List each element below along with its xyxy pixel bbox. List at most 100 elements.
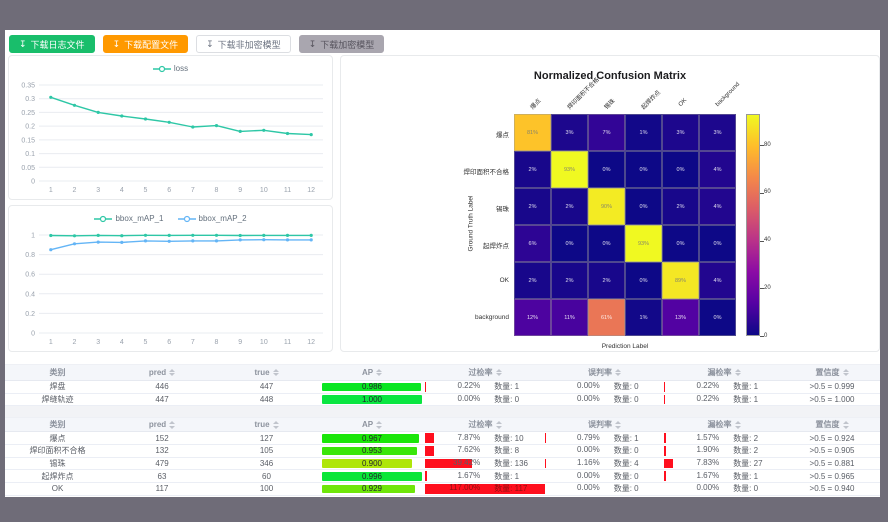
table-1-col-pred[interactable]: pred [110,418,214,431]
toolbar-button-label: 下载加密模型 [320,38,374,51]
sort-caret[interactable] [735,369,741,377]
confusion-matrix-heatmap: 81%3%7%1%3%3%2%93%0%0%0%4%2%2%90%0%2%4%6… [514,114,736,336]
sort-caret[interactable] [376,421,382,429]
cell-over-rate: 7.87%数量: 10 [425,432,545,444]
cell-class: 爆点 [5,432,110,444]
svg-text:12: 12 [307,187,315,194]
svg-text:9: 9 [238,339,242,346]
cell-over-rate: 0.22%数量: 1 [425,381,545,393]
sort-caret[interactable] [273,369,279,377]
svg-text:3: 3 [96,339,100,346]
colorbar-tick-label: 20 [764,285,771,291]
toolbar-button-1[interactable]: ↧下载配置文件 [103,35,189,53]
table-1-row-1: 焊印面积不合格 132 105 0.953 7.62%数量: 8 0.00%数量… [5,445,880,458]
cm-row-label-3: 起焊炸点 [359,240,509,250]
svg-text:0.4: 0.4 [25,291,35,298]
cm-cell-2-0: 2% [514,188,551,225]
toolbar-button-label: 下载日志文件 [31,38,85,51]
svg-text:6: 6 [167,339,171,346]
sort-caret[interactable] [496,369,502,377]
cell-confidence: >0.5 = 0.999 [784,381,880,393]
svg-text:2: 2 [73,339,77,346]
svg-text:1: 1 [49,339,53,346]
confusion-matrix-title: Normalized Confusion Matrix [341,70,879,82]
table-0-col-true[interactable]: true [214,365,319,380]
cell-class: OK [5,483,110,495]
table-0-col-置信度[interactable]: 置信度 [784,365,880,380]
svg-text:4: 4 [120,339,124,346]
sort-caret[interactable] [615,369,621,377]
cell-ap: 0.953 [319,445,425,457]
legend-item-bbox_mAP_1[interactable]: bbox_mAP_1 [94,214,163,223]
page: ↧下载日志文件↧下载配置文件↧下载非加密模型↧下载加密模型 loss 00.05… [0,0,888,522]
toolbar-button-0[interactable]: ↧ 下载日志文件 [9,35,95,53]
svg-text:8: 8 [215,339,219,346]
confusion-matrix-card: Normalized Confusion Matrix 81%3%7%1%3%3… [340,55,880,352]
sort-caret[interactable] [273,421,279,429]
confusion-matrix-ylabel: Ground Truth Label [468,164,475,284]
table-1-row-2: 锡珠 479 346 0.900 39.42%数量: 136 1.16%数量: … [5,458,880,471]
table-1-col-true[interactable]: true [214,418,319,431]
sort-caret[interactable] [843,369,849,377]
table-1-col-漏检率[interactable]: 漏检率 [664,418,784,431]
cm-cell-3-0: 6% [514,225,551,262]
sort-caret[interactable] [735,421,741,429]
cell-over-rate: 7.62%数量: 8 [425,445,545,457]
cell-class: 起焊炸点 [5,470,110,482]
cell-confidence: >0.5 = 1.000 [784,394,880,406]
table-0-col-过检率[interactable]: 过检率 [425,365,545,380]
table-0-col-pred[interactable]: pred [110,365,214,380]
download-icon: ↧ [309,40,317,49]
svg-text:0.35: 0.35 [21,83,35,90]
colorbar-tick-label: 60 [764,189,771,195]
table-1-header: 类别predtrueAP过检率误判率漏检率置信度 [5,417,880,432]
toolbar-button-2[interactable]: ↧下载非加密模型 [196,35,291,53]
svg-text:0: 0 [31,179,35,186]
cm-cell-2-5: 4% [699,188,736,225]
cell-pred: 479 [110,458,214,470]
cell-pred: 447 [110,394,214,406]
cell-misjudge-rate: 0.00%数量: 0 [545,394,664,406]
svg-text:0.8: 0.8 [25,252,35,259]
table-0-col-AP[interactable]: AP [319,365,425,380]
cell-over-rate: 1.67%数量: 1 [425,470,545,482]
cell-confidence: >0.5 = 0.881 [784,458,880,470]
sort-caret[interactable] [169,421,175,429]
table-1-col-置信度[interactable]: 置信度 [784,418,880,431]
main-content: ↧下载日志文件↧下载配置文件↧下载非加密模型↧下载加密模型 loss 00.05… [5,30,880,497]
table-1-col-过检率[interactable]: 过检率 [425,418,545,431]
table-0-col-漏检率[interactable]: 漏检率 [664,365,784,380]
cell-ap: 1.000 [319,394,425,406]
cell-true: 100 [214,483,319,495]
svg-text:2: 2 [73,187,77,194]
legend-item-loss[interactable]: loss [153,64,188,73]
cm-cell-1-3: 0% [625,151,662,188]
download-icon: ↧ [19,40,27,49]
svg-text:0.25: 0.25 [21,110,35,117]
cell-misjudge-rate: 0.00%数量: 0 [545,483,664,495]
table-1-col-类别: 类别 [5,418,110,431]
cell-true: 447 [214,381,319,393]
cm-cell-0-0: 81% [514,114,551,151]
cm-cell-5-4: 13% [662,299,699,336]
table-0-col-误判率[interactable]: 误判率 [545,365,664,380]
cm-cell-1-0: 2% [514,151,551,188]
table-1-col-AP[interactable]: AP [319,418,425,431]
metrics-table-defects: 类别predtrueAP过检率误判率漏检率置信度 爆点 152 127 0.96… [5,417,880,495]
cell-over-rate: 39.42%数量: 136 [425,458,545,470]
sort-caret[interactable] [615,421,621,429]
sort-caret[interactable] [169,369,175,377]
table-1-col-误判率[interactable]: 误判率 [545,418,664,431]
download-icon: ↧ [113,40,121,49]
loss-chart-legend: loss [9,64,332,73]
svg-text:9: 9 [238,187,242,194]
sort-caret[interactable] [376,369,382,377]
toolbar-button-3[interactable]: ↧下载加密模型 [299,35,385,53]
cell-true: 448 [214,394,319,406]
cm-row-label-2: 锡珠 [359,203,509,213]
sort-caret[interactable] [843,421,849,429]
svg-text:0.05: 0.05 [21,165,35,172]
legend-item-bbox_mAP_2[interactable]: bbox_mAP_2 [178,214,247,223]
sort-caret[interactable] [496,421,502,429]
cell-misjudge-rate: 0.00%数量: 0 [545,381,664,393]
